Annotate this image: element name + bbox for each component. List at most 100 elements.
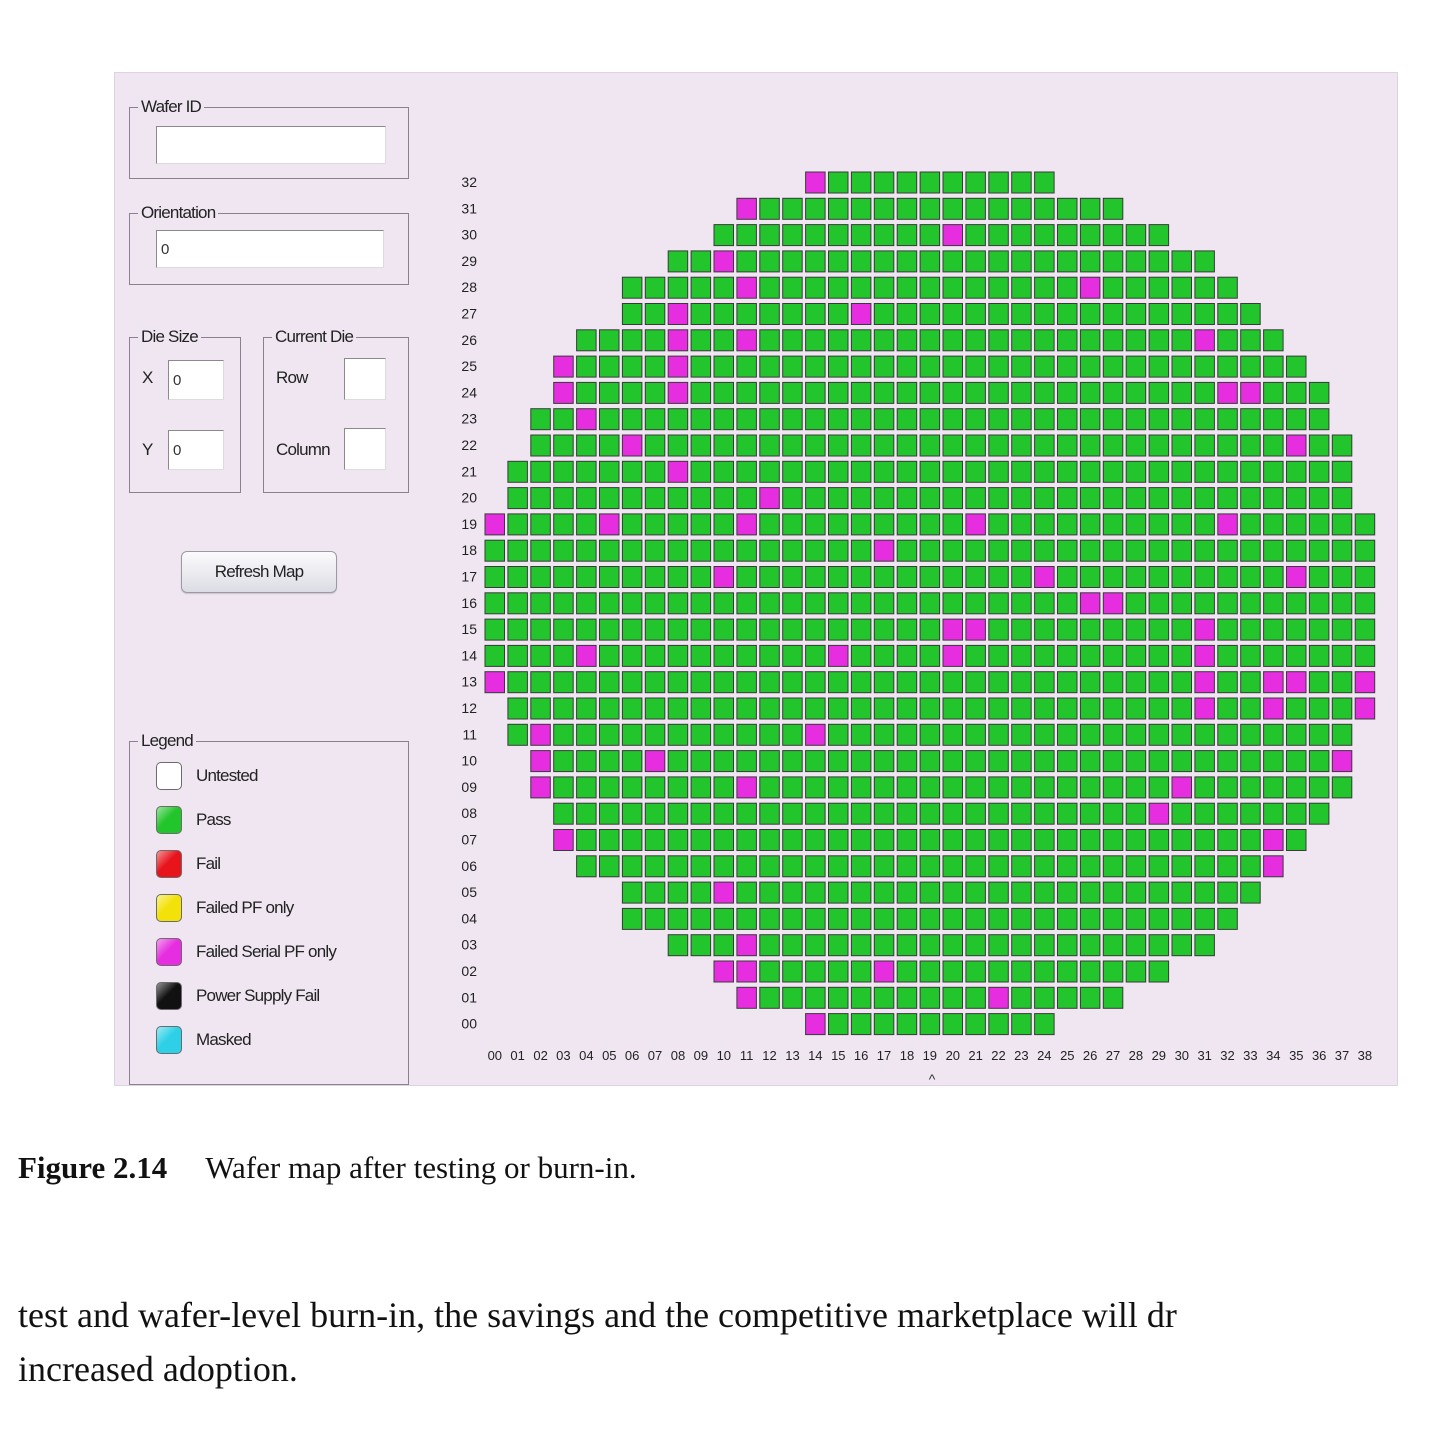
die-pass[interactable] xyxy=(713,618,734,641)
die-pass[interactable] xyxy=(873,750,895,773)
die-failed-serial-pf[interactable] xyxy=(713,881,734,904)
die-pass[interactable] xyxy=(621,671,643,694)
die-pass[interactable] xyxy=(690,408,712,431)
die-pass[interactable] xyxy=(1011,881,1032,904)
die-pass[interactable] xyxy=(1102,855,1124,878)
die-pass[interactable] xyxy=(736,802,757,825)
die-failed-serial-pf[interactable] xyxy=(942,644,963,667)
die-pass[interactable] xyxy=(553,750,574,773)
die-pass[interactable] xyxy=(1034,907,1055,930)
die-failed-serial-pf[interactable] xyxy=(736,329,757,352)
die-pass[interactable] xyxy=(713,907,734,930)
die-pass[interactable] xyxy=(713,224,734,247)
die-pass[interactable] xyxy=(1148,303,1170,325)
die-pass[interactable] xyxy=(667,539,689,562)
die-pass[interactable] xyxy=(805,539,826,562)
die-pass[interactable] xyxy=(621,776,643,799)
die-pass[interactable] xyxy=(850,907,872,930)
die-pass[interactable] xyxy=(1102,960,1124,983)
die-pass[interactable] xyxy=(1057,776,1078,799)
die-pass[interactable] xyxy=(988,171,1009,194)
die-pass[interactable] xyxy=(644,566,666,588)
die-pass[interactable] xyxy=(1217,276,1238,299)
die-pass[interactable] xyxy=(759,460,780,483)
die-pass[interactable] xyxy=(1171,539,1192,562)
die-pass[interactable] xyxy=(942,250,963,273)
die-pass[interactable] xyxy=(667,250,689,273)
die-pass[interactable] xyxy=(988,802,1009,825)
die-pass[interactable] xyxy=(530,513,551,536)
die-pass[interactable] xyxy=(965,855,986,878)
die-pass[interactable] xyxy=(599,750,620,773)
die-pass[interactable] xyxy=(873,408,895,431)
die-pass[interactable] xyxy=(644,329,666,352)
die-pass[interactable] xyxy=(896,855,918,878)
die-pass[interactable] xyxy=(736,460,757,483)
die-failed-serial-pf[interactable] xyxy=(1194,329,1215,352)
die-pass[interactable] xyxy=(667,907,689,930)
die-pass[interactable] xyxy=(667,487,689,510)
die-pass[interactable] xyxy=(713,513,734,536)
die-pass[interactable] xyxy=(942,329,963,352)
die-pass[interactable] xyxy=(1057,303,1078,325)
die-pass[interactable] xyxy=(576,829,597,851)
die-pass[interactable] xyxy=(873,986,895,1009)
die-pass[interactable] xyxy=(896,960,918,983)
die-pass[interactable] xyxy=(782,250,803,273)
die-pass[interactable] xyxy=(896,671,918,694)
die-pass[interactable] xyxy=(530,644,551,667)
die-pass[interactable] xyxy=(1148,487,1170,510)
die-pass[interactable] xyxy=(896,986,918,1009)
die-pass[interactable] xyxy=(1148,618,1170,641)
die-pass[interactable] xyxy=(873,250,895,273)
die-pass[interactable] xyxy=(736,671,757,694)
die-pass[interactable] xyxy=(1079,960,1101,983)
die-pass[interactable] xyxy=(1263,513,1284,536)
die-pass[interactable] xyxy=(1102,986,1124,1009)
die-pass[interactable] xyxy=(896,381,918,404)
die-pass[interactable] xyxy=(919,197,941,220)
die-pass[interactable] xyxy=(942,513,963,536)
die-pass[interactable] xyxy=(1263,566,1284,588)
die-pass[interactable] xyxy=(828,750,849,773)
die-pass[interactable] xyxy=(1148,539,1170,562)
die-pass[interactable] xyxy=(1148,408,1170,431)
die-pass[interactable] xyxy=(576,539,597,562)
die-pass[interactable] xyxy=(1102,723,1124,746)
die-pass[interactable] xyxy=(782,434,803,457)
die-pass[interactable] xyxy=(873,776,895,799)
die-pass[interactable] xyxy=(1194,907,1215,930)
die-pass[interactable] xyxy=(782,644,803,667)
die-pass[interactable] xyxy=(1171,250,1192,273)
die-pass[interactable] xyxy=(782,697,803,720)
die-pass[interactable] xyxy=(1057,197,1078,220)
die-pass[interactable] xyxy=(1034,618,1055,641)
die-pass[interactable] xyxy=(782,907,803,930)
die-pass[interactable] xyxy=(805,829,826,851)
die-pass[interactable] xyxy=(850,802,872,825)
die-pass[interactable] xyxy=(599,329,620,352)
die-pass[interactable] xyxy=(805,881,826,904)
die-pass[interactable] xyxy=(1331,671,1353,694)
die-pass[interactable] xyxy=(919,776,941,799)
die-pass[interactable] xyxy=(1102,934,1124,957)
die-pass[interactable] xyxy=(828,434,849,457)
die-pass[interactable] xyxy=(965,750,986,773)
die-failed-serial-pf[interactable] xyxy=(736,513,757,536)
die-failed-serial-pf[interactable] xyxy=(530,776,551,799)
die-pass[interactable] xyxy=(576,329,597,352)
die-pass[interactable] xyxy=(690,460,712,483)
die-pass[interactable] xyxy=(599,671,620,694)
die-pass[interactable] xyxy=(1171,644,1192,667)
die-pass[interactable] xyxy=(1331,434,1353,457)
die-pass[interactable] xyxy=(1125,566,1147,588)
die-pass[interactable] xyxy=(644,697,666,720)
die-pass[interactable] xyxy=(667,934,689,957)
die-pass[interactable] xyxy=(599,723,620,746)
die-pass[interactable] xyxy=(1079,723,1101,746)
die-pass[interactable] xyxy=(484,592,505,615)
die-pass[interactable] xyxy=(1102,487,1124,510)
die-pass[interactable] xyxy=(942,197,963,220)
die-pass[interactable] xyxy=(1354,644,1376,667)
die-pass[interactable] xyxy=(553,408,574,431)
